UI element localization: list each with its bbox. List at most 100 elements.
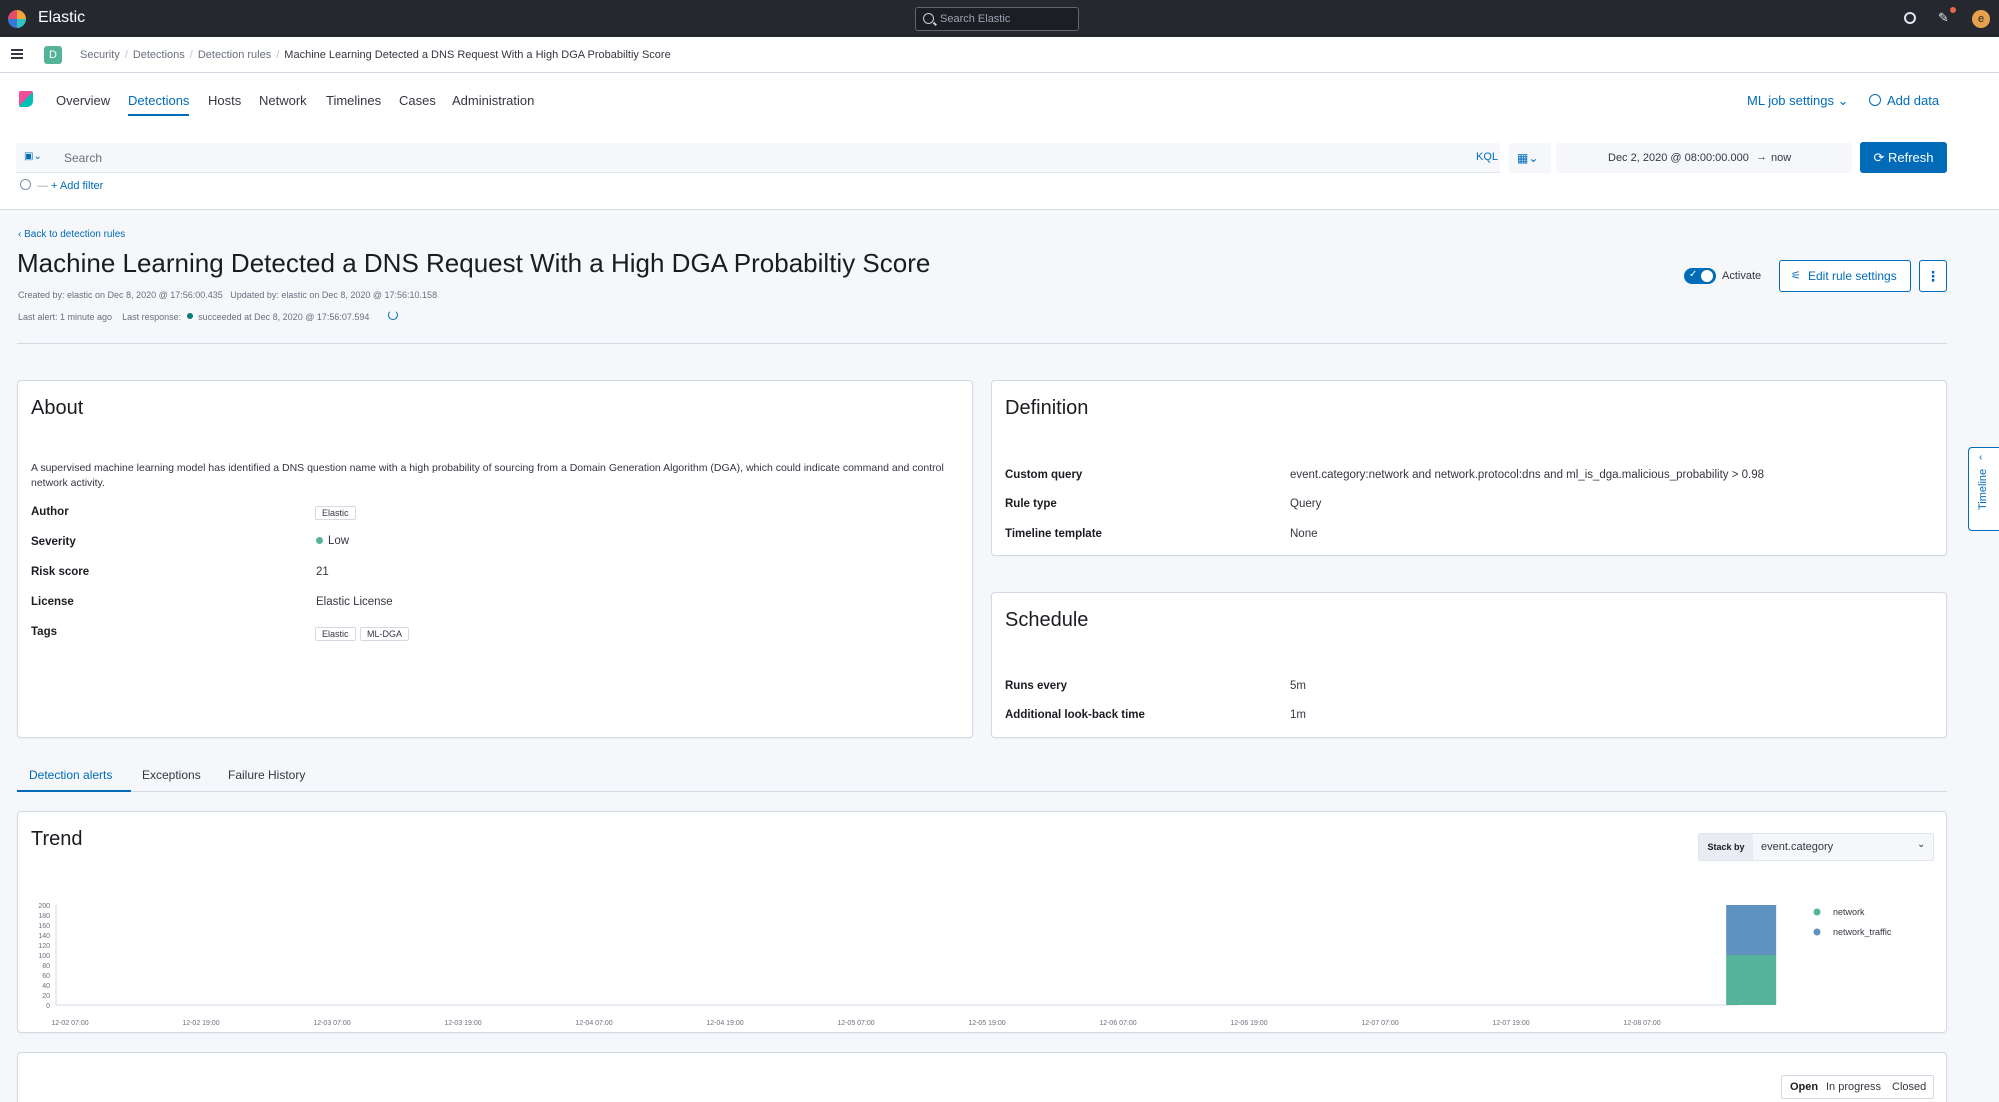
y-tick-label: 40	[42, 983, 50, 990]
ml-job-settings-label: ML job settings	[1747, 93, 1834, 108]
y-tick-label: 80	[42, 963, 50, 970]
lookback-value: 1m	[1290, 709, 1306, 721]
breadcrumb-detection-rules[interactable]: Detection rules	[198, 49, 271, 61]
tab-administration[interactable]: Administration	[452, 93, 534, 108]
bar-network	[1726, 955, 1777, 1005]
date-range-picker[interactable]: Dec 2, 2020 @ 08:00:00.000 → now	[1556, 143, 1852, 173]
breadcrumb: Security / Detections / Detection rules / Mach…	[80, 49, 671, 61]
tab-hosts[interactable]: Hosts	[208, 93, 241, 108]
tab-timelines[interactable]: Timelines	[326, 93, 381, 108]
query-bar: ▣⌄ Search KQL ▦⌄ Dec 2, 2020 @ 08:00:00.…	[0, 123, 1999, 210]
severity-label: Severity	[31, 536, 76, 548]
filter-in-progress[interactable]: In progress	[1826, 1081, 1881, 1093]
tab-failure-history[interactable]: Failure History	[228, 768, 305, 782]
severity-value: Low	[316, 535, 349, 547]
custom-query-label: Custom query	[1005, 469, 1083, 481]
stack-by-select[interactable]: Stack by event.category ⌄	[1698, 833, 1934, 861]
x-tick-label: 12-03 19:00	[444, 1020, 481, 1027]
definition-panel: Definition Custom query event.category:n…	[991, 380, 1947, 556]
x-tick-label: 12-07 19:00	[1492, 1020, 1529, 1027]
date-start[interactable]: Dec 2, 2020 @ 08:00:00.000	[1608, 152, 1749, 164]
tab-cases[interactable]: Cases	[399, 93, 436, 108]
breadcrumb-bar: D Security / Detections / Detection rules / Ma…	[0, 37, 1999, 73]
y-tick-label: 200	[38, 903, 50, 910]
y-tick-label: 0	[46, 1003, 50, 1010]
runs-every-value: 5m	[1290, 680, 1306, 692]
rule-type-label: Rule type	[1005, 498, 1057, 510]
trend-panel: Trend 0 20 40 60 80 100 120 140 160 180 200 12-02 0…	[17, 811, 1947, 1033]
filter-open[interactable]: Open	[1790, 1081, 1818, 1093]
x-tick-label: 12-06 19:00	[1230, 1020, 1267, 1027]
severity-low-dot	[316, 537, 323, 544]
custom-query-value: event.category:network and network.proto…	[1290, 469, 1765, 481]
query-placeholder: Search	[64, 151, 103, 165]
brand-name[interactable]: Elastic	[38, 9, 85, 27]
security-app-nav: Overview Detections Hosts Network Timeli…	[0, 73, 1999, 123]
tab-overview[interactable]: Overview	[56, 93, 110, 108]
space-avatar[interactable]: D	[44, 46, 62, 64]
x-tick-label: 12-07 07:00	[1361, 1020, 1398, 1027]
back-to-rules-link[interactable]: ‹ Back to detection rules	[18, 229, 125, 240]
edit-rule-settings-button[interactable]: ⚟ Edit rule settings	[1779, 260, 1911, 292]
check-icon: ✓	[1689, 269, 1698, 280]
query-input[interactable]: ▣⌄ Search KQL	[16, 143, 1500, 173]
about-panel: About A supervised machine learning mode…	[17, 380, 973, 738]
add-filter-button[interactable]: + Add filter	[51, 180, 103, 192]
timeline-template-label: Timeline template	[1005, 528, 1102, 540]
news-feed-icon[interactable]: ✎	[1938, 11, 1952, 25]
y-tick-label: 120	[38, 943, 50, 950]
y-tick-label: 60	[42, 973, 50, 980]
add-data-icon	[1869, 94, 1881, 106]
breadcrumb-security[interactable]: Security	[80, 49, 120, 61]
tab-network[interactable]: Network	[259, 93, 307, 108]
kql-toggle-button[interactable]: KQL	[1476, 151, 1498, 163]
refresh-button[interactable]: ⟳ Refresh	[1860, 142, 1947, 173]
global-header: Elastic Search Elastic ✎ e	[0, 0, 1999, 37]
x-tick-label: 12-05 19:00	[968, 1020, 1005, 1027]
date-end[interactable]: now	[1771, 152, 1791, 164]
refresh-label: Refresh	[1887, 150, 1934, 165]
tags-list: Elastic ML-DGA	[315, 624, 409, 642]
add-data-button[interactable]: Add data	[1887, 93, 1939, 108]
back-link-label: Back to detection rules	[24, 229, 126, 240]
more-actions-button[interactable]: ⋮	[1919, 260, 1947, 292]
runs-every-label: Runs every	[1005, 680, 1068, 692]
breadcrumb-detections[interactable]: Detections	[133, 49, 185, 61]
help-icon[interactable]	[1904, 12, 1916, 24]
filter-options-icon[interactable]	[20, 179, 31, 190]
x-tick-label: 12-08 07:00	[1623, 1020, 1660, 1027]
tag-badge: Elastic	[315, 627, 356, 641]
notification-dot	[1950, 7, 1956, 13]
trend-heading: Trend	[31, 828, 83, 850]
schedule-heading: Schedule	[1005, 609, 1089, 631]
global-search-input[interactable]: Search Elastic	[915, 7, 1079, 31]
activate-toggle[interactable]: ✓	[1684, 268, 1716, 284]
elastic-logo-icon[interactable]	[8, 10, 26, 28]
legend-label-network: network	[1833, 907, 1865, 917]
hamburger-menu-icon[interactable]	[11, 49, 23, 59]
quick-date-menu[interactable]: ▦⌄	[1509, 143, 1551, 173]
breadcrumb-current: Machine Learning Detected a DNS Request …	[284, 49, 671, 61]
trend-chart: 0 20 40 60 80 100 120 140 160 180 200 12-02 07:00 12…	[38, 903, 1892, 1027]
y-tick-label: 180	[38, 913, 50, 920]
tab-detection-alerts[interactable]: Detection alerts	[29, 768, 112, 782]
refresh-status-icon[interactable]	[388, 310, 398, 320]
tags-label: Tags	[31, 626, 57, 638]
user-avatar[interactable]: e	[1972, 10, 1990, 28]
legend-dot-network	[1813, 908, 1821, 916]
chevron-down-icon: ⌄	[1837, 93, 1849, 108]
ml-job-settings-button[interactable]: ML job settings ⌄	[1747, 93, 1848, 109]
tab-detections[interactable]: Detections	[128, 93, 190, 116]
author-badge: Elastic	[315, 506, 356, 520]
filter-closed[interactable]: Closed	[1892, 1081, 1926, 1093]
timeline-flyout-button[interactable]: ‹ Timeline	[1968, 447, 1999, 531]
saved-query-icon[interactable]: ▣⌄	[24, 151, 44, 165]
severity-text: Low	[328, 535, 350, 547]
filter-separator: —	[37, 180, 48, 192]
timeline-template-value: None	[1290, 528, 1318, 540]
x-tick-label: 12-04 19:00	[706, 1020, 743, 1027]
tab-exceptions[interactable]: Exceptions	[142, 768, 201, 782]
about-heading: About	[31, 397, 84, 419]
x-tick-label: 12-04 07:00	[575, 1020, 612, 1027]
tabs-divider	[17, 791, 1947, 792]
